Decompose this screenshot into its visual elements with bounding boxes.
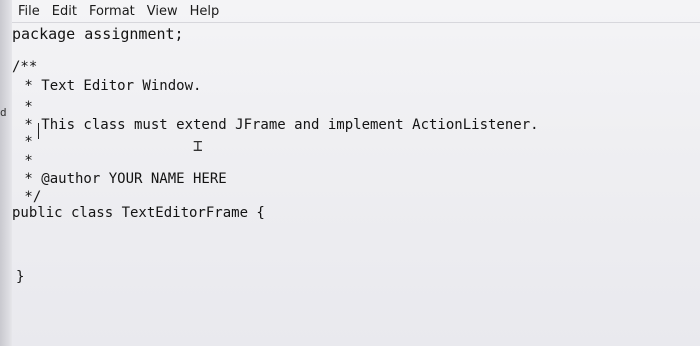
code-line-comment-close: */ — [16, 189, 42, 205]
menu-format[interactable]: Format — [89, 4, 135, 19]
gutter-mark: d — [0, 106, 7, 119]
window-left-edge — [0, 0, 12, 346]
code-line-class-decl: public class TextEditorFrame { — [12, 205, 265, 221]
code-line-package: package assignment; — [12, 25, 184, 43]
code-line-closing-brace: } — [16, 269, 25, 285]
menu-edit[interactable]: Edit — [52, 4, 77, 19]
code-line-star-caret: * — [16, 134, 33, 150]
menu-file[interactable]: File — [18, 4, 40, 19]
code-line-blank-star: * — [16, 99, 33, 115]
code-line-star: * — [16, 153, 33, 169]
code-line-comment-open: /** — [12, 59, 38, 75]
menu-view[interactable]: View — [147, 4, 178, 19]
code-line-title: * Text Editor Window. — [16, 78, 202, 94]
menu-help[interactable]: Help — [190, 4, 220, 19]
code-line-description: * This class must extend JFrame and impl… — [16, 117, 539, 133]
ibeam-cursor-icon: ⌶ — [193, 136, 203, 155]
menu-bar: File Edit Format View Help — [12, 0, 700, 22]
text-editor-area[interactable]: package assignment; /** * Text Editor Wi… — [12, 23, 700, 346]
text-caret — [38, 123, 39, 139]
editor-window: File Edit Format View Help d package ass… — [0, 0, 700, 346]
code-line-author: * @author YOUR NAME HERE — [16, 171, 227, 187]
